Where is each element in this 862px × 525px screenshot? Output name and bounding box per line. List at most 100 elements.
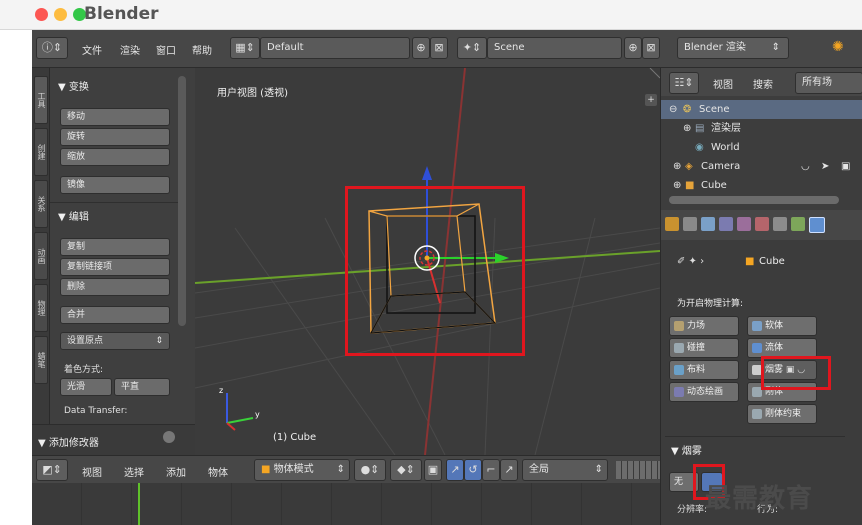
- fluid-button[interactable]: 流体: [747, 338, 817, 358]
- window-title-bar: Blender: [0, 0, 862, 30]
- outliner-view-menu[interactable]: 视图: [713, 76, 733, 91]
- manipulator-extra-icon[interactable]: ↗: [500, 459, 518, 481]
- force-field-button[interactable]: 力场: [669, 316, 739, 336]
- tab-relations[interactable]: 关系: [34, 180, 48, 228]
- expand-icon[interactable]: ⊕: [673, 176, 681, 195]
- tab-grease-pencil[interactable]: 蜡笔: [34, 336, 48, 384]
- expand-icon[interactable]: ⊕: [683, 119, 691, 138]
- scale-manipulator-icon[interactable]: ⌐: [482, 459, 500, 481]
- expand-icon[interactable]: ⊕: [673, 157, 681, 176]
- 3d-viewport[interactable]: 用户视图 (透视) z y (1) Cube +: [195, 68, 660, 455]
- corner-split-handle[interactable]: [649, 68, 660, 79]
- mode-select[interactable]: ■ 物体模式 ⇕: [254, 459, 350, 481]
- duplicate-button[interactable]: 复制: [60, 238, 170, 256]
- rigid-body-constraint-button[interactable]: 刚体约束: [747, 404, 817, 424]
- dynamic-paint-button[interactable]: 动态绘画: [669, 382, 739, 402]
- outliner-item-scene[interactable]: ⊖ ❂ Scene: [661, 100, 862, 119]
- smoke-panel-header[interactable]: ▼ 烟雾: [671, 442, 702, 457]
- outliner-item-render-layers[interactable]: ⊕ ▤ 渲染层: [661, 119, 862, 138]
- orientation-select[interactable]: 全局 ⇕: [522, 459, 608, 481]
- timeline[interactable]: [32, 483, 660, 525]
- modifier-tab-icon[interactable]: [719, 217, 733, 231]
- editor-type-button[interactable]: ☷⇕: [669, 72, 699, 94]
- data-tab-icon[interactable]: [737, 217, 751, 231]
- constraints-tab-icon[interactable]: [701, 217, 715, 231]
- duplicate-linked-button[interactable]: 复制链接项: [60, 258, 170, 276]
- layout-field[interactable]: Default: [260, 37, 410, 59]
- scene-icon[interactable]: ✦⇕: [457, 37, 487, 59]
- scene-field[interactable]: Scene: [487, 37, 622, 59]
- texture-tab-icon[interactable]: [773, 217, 787, 231]
- menu-view[interactable]: 视图: [82, 464, 102, 479]
- particles-tab-icon[interactable]: [791, 217, 805, 231]
- join-button[interactable]: 合并: [60, 306, 170, 324]
- remove-scene-icon[interactable]: ⊠: [642, 37, 660, 59]
- viewport-shading-icon[interactable]: ●⇕: [354, 459, 386, 481]
- close-window-button[interactable]: [35, 8, 48, 21]
- set-origin-dropdown[interactable]: 设置原点 ⇕: [60, 332, 170, 350]
- menu-add[interactable]: 添加: [166, 464, 186, 479]
- transform-panel-header[interactable]: ▼ 变换: [58, 78, 89, 93]
- tab-create[interactable]: 创建: [34, 128, 48, 176]
- gizmo-z-head[interactable]: [422, 166, 432, 180]
- expand-panel-icon[interactable]: +: [645, 94, 657, 106]
- rotate-button[interactable]: 旋转: [60, 128, 170, 146]
- render-layers-icon: ▤: [695, 123, 705, 134]
- shade-smooth-button[interactable]: 光滑: [60, 378, 112, 396]
- outliner-item-world[interactable]: ◉ World: [661, 138, 862, 157]
- fluid-label: 流体: [765, 343, 784, 353]
- panel-drag-handle[interactable]: [163, 431, 175, 443]
- outliner-item-cube[interactable]: ⊕ ■ Cube: [661, 176, 862, 195]
- editor-type-button[interactable]: ◩⇕: [36, 459, 68, 481]
- menu-object[interactable]: 物体: [208, 464, 228, 479]
- render-camera-icon[interactable]: ▣: [841, 157, 850, 176]
- add-scene-icon[interactable]: ⊕: [624, 37, 642, 59]
- add-layout-icon[interactable]: ⊕: [412, 37, 430, 59]
- delete-button[interactable]: 删除: [60, 278, 170, 296]
- menu-file[interactable]: 文件: [82, 42, 102, 57]
- screen-layout-icon[interactable]: ▦⇕: [230, 37, 260, 59]
- editor-type-button[interactable]: ⓘ⇕: [36, 37, 68, 59]
- cloth-button[interactable]: 布料: [669, 360, 739, 380]
- menu-help[interactable]: 帮助: [192, 42, 212, 57]
- soft-body-button[interactable]: 软体: [747, 316, 817, 336]
- force-field-icon: [674, 320, 684, 331]
- cube-icon: ■: [261, 464, 271, 475]
- shade-flat-button[interactable]: 平直: [114, 378, 170, 396]
- tab-animation[interactable]: 动画: [34, 232, 48, 280]
- mirror-button[interactable]: 镜像: [60, 176, 170, 194]
- add-modifier-label[interactable]: ▼ 添加修改器: [38, 434, 99, 449]
- tool-shelf-scrollbar[interactable]: [178, 76, 186, 326]
- outliner-item-camera[interactable]: ⊕ ◈ Camera ◡ ➤ ▣: [661, 157, 862, 176]
- visibility-eye-icon[interactable]: ◡: [801, 157, 810, 176]
- menu-render[interactable]: 渲染: [120, 42, 140, 57]
- expand-icon[interactable]: ⊖: [669, 100, 677, 119]
- resolution-label: 分辨率:: [677, 505, 708, 515]
- outliner-scrollbar[interactable]: [669, 196, 839, 204]
- pin-icon[interactable]: ✐ ✦ ›: [677, 256, 704, 267]
- pivot-point-icon[interactable]: ◆⇕: [390, 459, 422, 481]
- scene-tab-icon[interactable]: [683, 217, 697, 231]
- selectable-cursor-icon[interactable]: ➤: [821, 157, 829, 176]
- minimize-window-button[interactable]: [54, 8, 67, 21]
- physics-tab-icon[interactable]: [809, 217, 825, 233]
- move-button[interactable]: 移动: [60, 108, 170, 126]
- translate-manipulator-icon[interactable]: ↗: [446, 459, 464, 481]
- render-tab-icon[interactable]: [665, 217, 679, 231]
- render-engine-select[interactable]: Blender 渲染 ⇕: [677, 37, 789, 59]
- layer-buttons[interactable]: [616, 461, 660, 479]
- material-tab-icon[interactable]: [755, 217, 769, 231]
- outliner-item-label: Scene: [699, 104, 730, 115]
- scale-button[interactable]: 缩放: [60, 148, 170, 166]
- tab-tools[interactable]: 工具: [34, 76, 48, 124]
- outliner-filter-select[interactable]: 所有场: [795, 72, 862, 94]
- outliner-search-menu[interactable]: 搜索: [753, 76, 773, 91]
- manipulator-icon[interactable]: ▣: [424, 459, 442, 481]
- menu-window[interactable]: 窗口: [156, 42, 176, 57]
- collision-button[interactable]: 碰撞: [669, 338, 739, 358]
- tab-physics[interactable]: 物理: [34, 284, 48, 332]
- edit-panel-header[interactable]: ▼ 编辑: [58, 208, 89, 223]
- rotate-manipulator-icon[interactable]: ↺: [464, 459, 482, 481]
- remove-layout-icon[interactable]: ⊠: [430, 37, 448, 59]
- menu-select[interactable]: 选择: [124, 464, 144, 479]
